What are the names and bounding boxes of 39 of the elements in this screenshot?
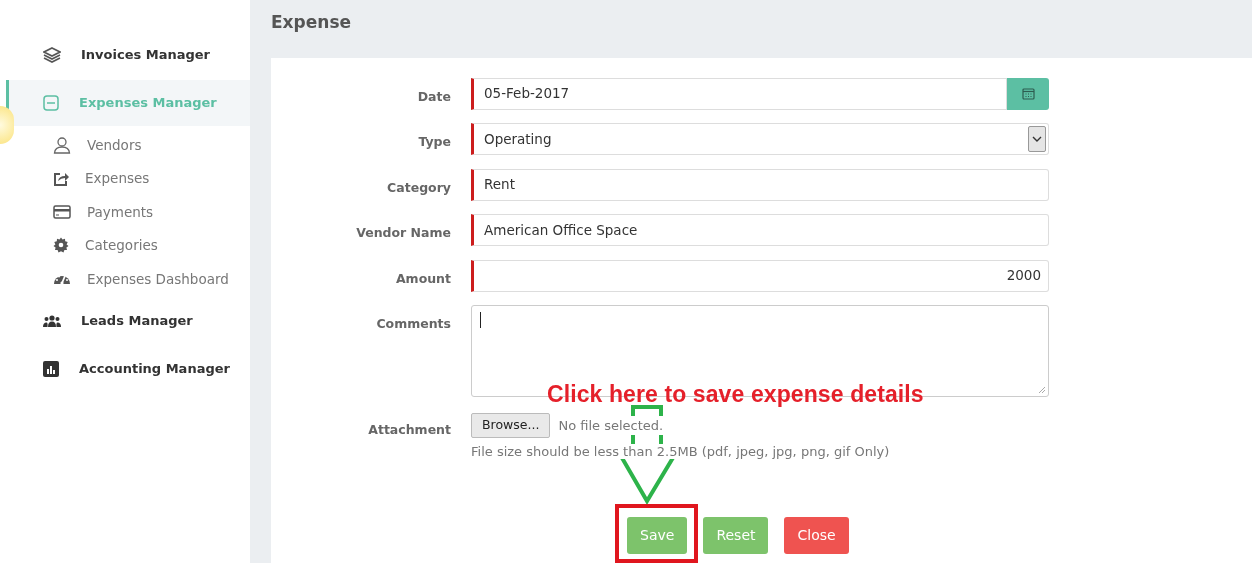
sidebar-subitem[interactable]: Payments: [20, 195, 250, 229]
sidebar-subitem[interactable]: Expenses Dashboard: [20, 262, 250, 296]
file-size-hint: File size should be less than 2.5MB (pdf, jpeg, jpg, png, gif Only): [471, 443, 890, 459]
sidebar-subitem[interactable]: Expenses: [20, 161, 250, 195]
gear-icon: [53, 237, 69, 254]
input-field[interactable]: Rent: [471, 168, 1049, 201]
chevron-down-icon: [1028, 126, 1046, 152]
field-label: Vendor Name: [355, 224, 452, 242]
user-icon: [53, 135, 71, 154]
sidebar-subitem[interactable]: Categories: [20, 228, 250, 262]
field-label: Category: [386, 178, 452, 197]
minus-square-icon: [43, 95, 59, 111]
cursor-highlight: [0, 106, 14, 144]
select-field[interactable]: Operating: [471, 123, 1049, 155]
field-label: Amount: [394, 269, 452, 288]
annotation-text: Click here to save expense details: [547, 380, 924, 409]
text-cursor: [480, 312, 481, 328]
resize-grip-icon: [1038, 386, 1046, 394]
file-status-text: No file selected.: [558, 415, 664, 436]
page-title: Expense: [271, 11, 353, 34]
bar-chart-icon: [43, 360, 59, 377]
sidebar-item[interactable]: Invoices Manager: [6, 32, 250, 78]
date-field[interactable]: 05-Feb-2017: [471, 77, 1007, 110]
input-field[interactable]: American Office Space: [471, 214, 1049, 246]
field-label: Comments: [375, 315, 452, 333]
layers-icon: [43, 47, 61, 63]
field-label: Attachment: [367, 421, 452, 439]
input-field[interactable]: 2000: [471, 259, 1049, 292]
users-icon: [43, 313, 61, 328]
calendar-button[interactable]: [1007, 77, 1049, 110]
sidebar-item[interactable]: Leads Manager: [6, 297, 250, 344]
sidebar-subitem[interactable]: Vendors: [20, 128, 250, 162]
browse-button[interactable]: Browse...: [471, 413, 551, 438]
field-label: Date: [416, 87, 452, 106]
credit-card-icon: [53, 204, 71, 219]
calendar-icon: [1021, 87, 1035, 100]
sidebar-item[interactable]: Accounting Manager: [6, 345, 250, 392]
share-icon: [53, 170, 69, 186]
field-label: Type: [417, 133, 452, 151]
